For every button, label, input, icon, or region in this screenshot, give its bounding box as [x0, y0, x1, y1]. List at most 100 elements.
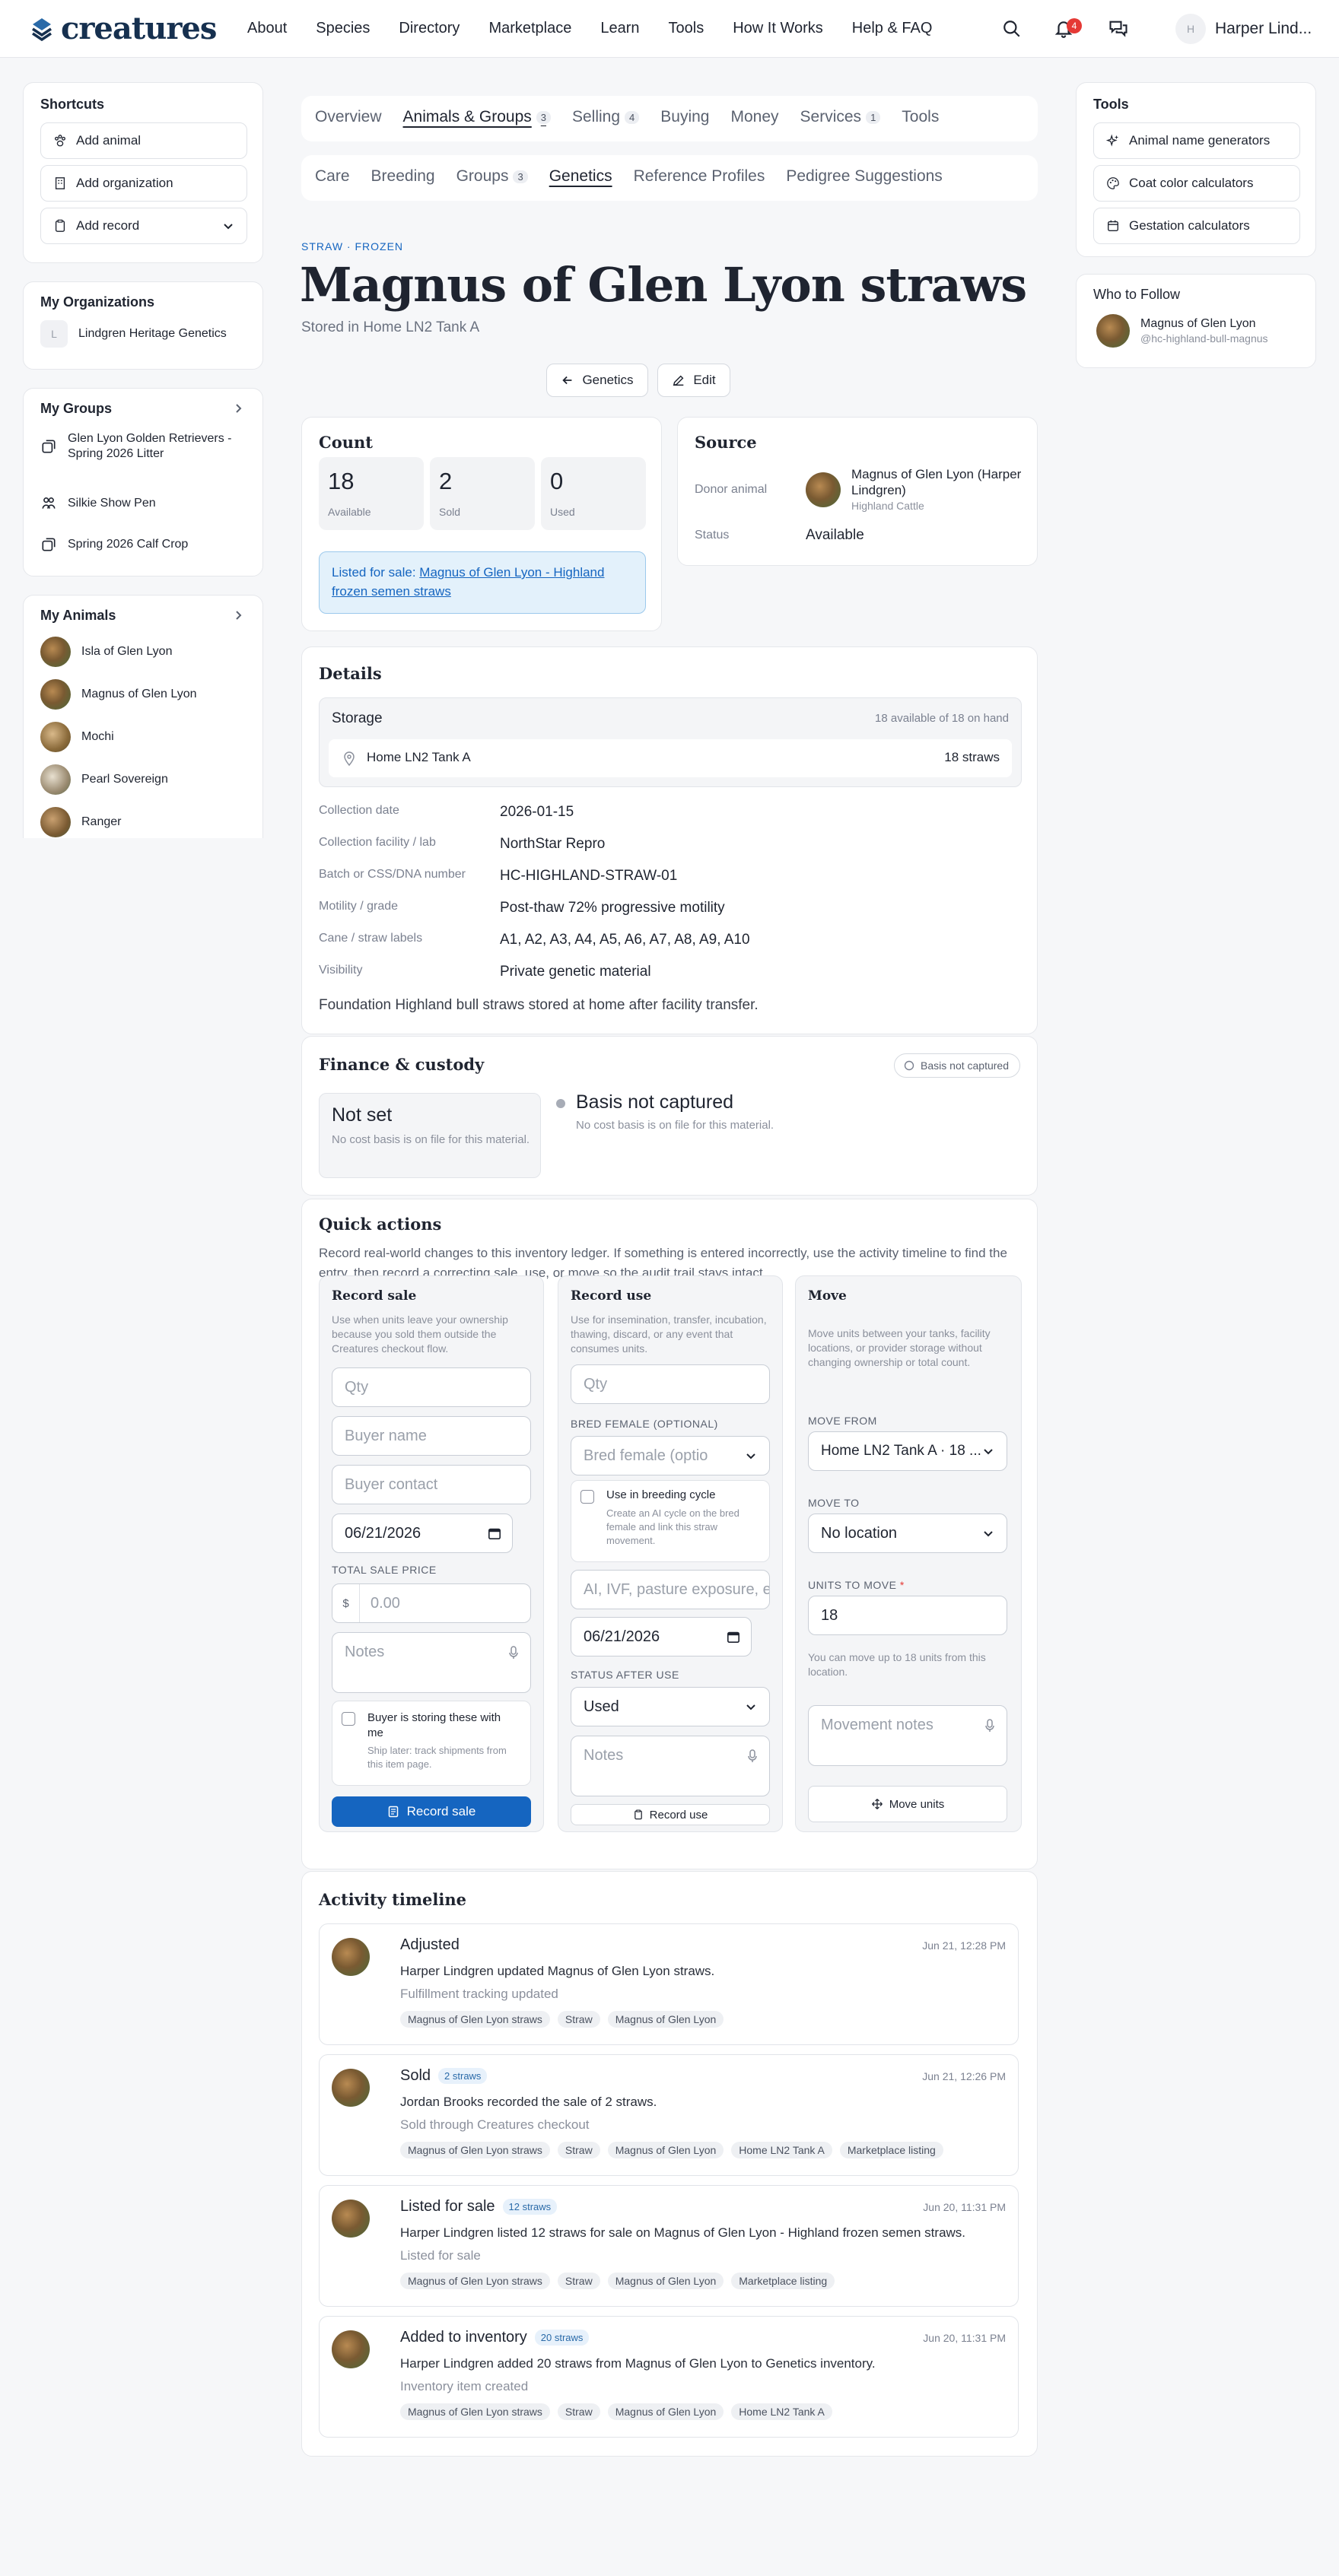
chevron-right-icon[interactable] [232, 402, 244, 415]
subtab-care[interactable]: Care [315, 167, 350, 186]
animal-item[interactable]: Isla of Glen Lyon [40, 637, 172, 667]
nav-directory[interactable]: Directory [399, 20, 460, 37]
subtab-genetics[interactable]: Genetics [549, 167, 612, 186]
activity-tag[interactable]: Straw [557, 2142, 600, 2158]
animal-item[interactable]: Mochi [40, 722, 114, 752]
follow-suggestion[interactable]: Magnus of Glen Lyon @hc-highland-bull-ma… [1096, 314, 1268, 348]
activity-tag[interactable]: Magnus of Glen Lyon straws [400, 2403, 550, 2420]
nav-tools[interactable]: Tools [669, 20, 704, 37]
group-item[interactable]: Glen Lyon Golden Retrievers - Spring 202… [40, 431, 235, 462]
status-after-use-select[interactable]: Used [571, 1687, 770, 1726]
activity-tag[interactable]: Straw [557, 2273, 600, 2289]
units-to-move-input[interactable]: 18 [808, 1596, 1007, 1635]
add-record-button[interactable]: Add record [40, 208, 247, 244]
buyer-contact-input[interactable]: Buyer contact [332, 1465, 531, 1504]
sale-qty-input[interactable]: Qty [332, 1367, 531, 1407]
record-sale-button[interactable]: Record sale [332, 1796, 531, 1827]
activity-tag[interactable]: Marketplace listing [731, 2273, 835, 2289]
use-date-input[interactable]: 06/21/2026 [571, 1617, 752, 1656]
move-units-button[interactable]: Move units [808, 1786, 1007, 1822]
user-menu[interactable]: H Harper Lind... [1175, 14, 1312, 44]
activity-tag[interactable]: Magnus of Glen Lyon straws [400, 2142, 550, 2158]
tab-selling[interactable]: Selling 4 [572, 108, 640, 126]
add-animal-button[interactable]: Add animal [40, 122, 247, 159]
back-label: Genetics [582, 373, 634, 387]
back-to-genetics-button[interactable]: Genetics [546, 364, 648, 397]
subtab-groups[interactable]: Groups 3 [456, 167, 528, 186]
activity-entry[interactable]: Sold 2 straws Jun 21, 12:26 PM Jordan Brook… [319, 2054, 1019, 2176]
subtab-pedigree-suggestions[interactable]: Pedigree Suggestions [786, 167, 942, 186]
buyer-storing-checkbox[interactable] [342, 1712, 355, 1726]
search-icon[interactable] [998, 15, 1026, 43]
activity-entry[interactable]: Added to inventory 20 straws Jun 20, 11:31… [319, 2316, 1019, 2438]
move-from-select[interactable]: Home LN2 Tank A · 18 ... [808, 1431, 1007, 1471]
use-method-input[interactable]: AI, IVF, pasture exposure, e [571, 1570, 770, 1609]
animal-item[interactable]: Ranger [40, 807, 121, 837]
activity-entry[interactable]: Adjusted Jun 21, 12:28 PM Harper Lindgren … [319, 1923, 1019, 2045]
tab-money[interactable]: Money [731, 108, 779, 126]
sale-notes-textarea[interactable]: Notes [332, 1632, 531, 1693]
donor-name[interactable]: Magnus of Glen Lyon (Harper Lindgren) [851, 466, 1026, 498]
activity-tag[interactable]: Home LN2 Tank A [731, 2403, 832, 2420]
tab-tools[interactable]: Tools [902, 108, 939, 126]
nav-marketplace[interactable]: Marketplace [488, 20, 571, 37]
activity-tag[interactable]: Straw [557, 2403, 600, 2420]
messages-icon[interactable] [1105, 15, 1132, 43]
subtab-breeding[interactable]: Breeding [371, 167, 435, 186]
brand-logo[interactable]: creatures [29, 11, 217, 46]
calendar-icon[interactable] [727, 1630, 740, 1644]
group-item[interactable]: Spring 2026 Calf Crop [40, 536, 188, 553]
coat-color-calculators-button[interactable]: Coat color calculators [1093, 165, 1300, 202]
record-use-button[interactable]: Record use [571, 1804, 770, 1825]
bred-female-select[interactable]: Bred female (optio [571, 1436, 770, 1475]
sale-date-input[interactable]: 06/21/2026 [332, 1514, 513, 1553]
activity-tag[interactable]: Marketplace listing [839, 2142, 943, 2158]
activity-tag[interactable]: Magnus of Glen Lyon [607, 2142, 724, 2158]
animal-item[interactable]: Pearl Sovereign [40, 764, 168, 795]
tab-overview[interactable]: Overview [315, 108, 382, 126]
chevron-right-icon[interactable] [232, 609, 244, 621]
activity-time: Jun 21, 12:26 PM [922, 2070, 1006, 2082]
nav-about[interactable]: About [247, 20, 287, 37]
activity-tag[interactable]: Magnus of Glen Lyon [607, 2273, 724, 2289]
buyer-name-input[interactable]: Buyer name [332, 1416, 531, 1456]
edit-button[interactable]: Edit [657, 364, 730, 397]
use-qty-input[interactable]: Qty [571, 1364, 770, 1404]
breeding-cycle-checkbox[interactable] [580, 1490, 594, 1504]
activity-tag[interactable]: Magnus of Glen Lyon straws [400, 2011, 550, 2028]
sale-price-label: TOTAL SALE PRICE [332, 1564, 437, 1576]
activity-tag[interactable]: Home LN2 Tank A [731, 2142, 832, 2158]
move-to-select[interactable]: No location [808, 1514, 1007, 1553]
nav-help-faq[interactable]: Help & FAQ [852, 20, 933, 37]
animal-item[interactable]: Magnus of Glen Lyon [40, 679, 197, 710]
add-organization-button[interactable]: Add organization [40, 165, 247, 202]
movement-notes-textarea[interactable]: Movement notes [808, 1705, 1007, 1766]
motility-label: Motility / grade [319, 900, 399, 913]
microphone-icon[interactable] [507, 1645, 520, 1660]
activity-tags: Magnus of Glen Lyon straws Straw Magnus of… [400, 2403, 840, 2420]
tab-buying[interactable]: Buying [660, 108, 709, 126]
tab-services[interactable]: Services 1 [800, 108, 881, 126]
activity-entry[interactable]: Listed for sale 12 straws Jun 20, 11:31 PM… [319, 2185, 1019, 2307]
sale-price-input[interactable]: $ 0.00 [332, 1583, 531, 1623]
animal-name-generators-button[interactable]: Animal name generators [1093, 122, 1300, 159]
group-item[interactable]: Silkie Show Pen [40, 495, 156, 512]
subtab-reference-profiles[interactable]: Reference Profiles [634, 167, 765, 186]
activity-tag[interactable]: Straw [557, 2011, 600, 2028]
use-notes-textarea[interactable]: Notes [571, 1736, 770, 1796]
microphone-icon[interactable] [984, 1718, 996, 1733]
nav-learn[interactable]: Learn [600, 20, 639, 37]
nav-how-it-works[interactable]: How It Works [733, 20, 823, 37]
organization-item[interactable]: L Lindgren Heritage Genetics [40, 320, 231, 348]
tab-animals-groups[interactable]: Animals & Groups 3 [403, 108, 551, 126]
calendar-icon[interactable] [488, 1526, 501, 1540]
activity-tag[interactable]: Magnus of Glen Lyon [607, 2403, 724, 2420]
activity-tag[interactable]: Magnus of Glen Lyon straws [400, 2273, 550, 2289]
gestation-calculators-button[interactable]: Gestation calculators [1093, 208, 1300, 244]
microphone-icon[interactable] [746, 1749, 759, 1764]
activity-tag[interactable]: Magnus of Glen Lyon [607, 2011, 724, 2028]
count-title: Count [319, 433, 373, 452]
storage-location-row[interactable]: Home LN2 Tank A 18 straws [329, 739, 1012, 777]
nav-species[interactable]: Species [316, 20, 370, 37]
notifications-bell-icon[interactable]: 4 [1050, 15, 1082, 43]
